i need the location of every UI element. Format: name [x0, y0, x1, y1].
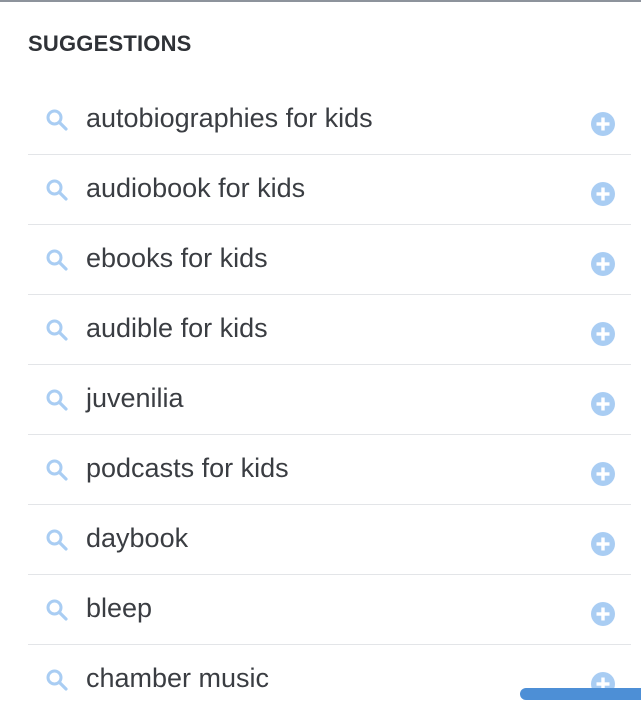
suggestion-item[interactable]: chamber music — [28, 645, 631, 714]
suggestion-item[interactable]: podcasts for kids — [28, 435, 631, 505]
suggestion-label: autobiographies for kids — [86, 103, 373, 133]
search-icon — [46, 529, 68, 551]
top-border — [0, 0, 641, 2]
suggestions-list: autobiographies for kids audiobook for k… — [28, 85, 631, 714]
suggestion-label: daybook — [86, 523, 189, 553]
suggestion-label: bleep — [86, 593, 153, 623]
plus-circle-icon[interactable] — [591, 182, 615, 206]
suggestion-item[interactable]: bleep — [28, 575, 631, 645]
floating-action-button-edge[interactable] — [520, 688, 641, 700]
search-icon — [46, 179, 68, 201]
suggestion-item[interactable]: ebooks for kids — [28, 225, 631, 295]
plus-circle-icon[interactable] — [591, 602, 615, 626]
suggestion-item[interactable]: autobiographies for kids — [28, 85, 631, 155]
search-icon — [46, 109, 68, 131]
plus-circle-icon[interactable] — [591, 252, 615, 276]
plus-circle-icon[interactable] — [591, 392, 615, 416]
plus-circle-icon[interactable] — [591, 322, 615, 346]
suggestion-label: audiobook for kids — [86, 173, 306, 203]
plus-circle-icon[interactable] — [591, 462, 615, 486]
plus-circle-icon[interactable] — [591, 112, 615, 136]
suggestion-item[interactable]: juvenilia — [28, 365, 631, 435]
suggestion-label: audible for kids — [86, 313, 268, 343]
search-icon — [46, 389, 68, 411]
plus-circle-icon[interactable] — [591, 532, 615, 556]
suggestion-item[interactable]: audiobook for kids — [28, 155, 631, 225]
suggestion-item[interactable]: audible for kids — [28, 295, 631, 365]
suggestion-label: podcasts for kids — [86, 453, 289, 483]
suggestion-item[interactable]: daybook — [28, 505, 631, 575]
suggestions-heading: SUGGESTIONS — [28, 31, 192, 56]
search-icon — [46, 249, 68, 271]
search-icon — [46, 319, 68, 341]
suggestion-label: juvenilia — [86, 383, 184, 413]
search-icon — [46, 599, 68, 621]
search-icon — [46, 669, 68, 691]
search-icon — [46, 459, 68, 481]
suggestion-label: ebooks for kids — [86, 243, 268, 273]
suggestion-label: chamber music — [86, 663, 270, 693]
